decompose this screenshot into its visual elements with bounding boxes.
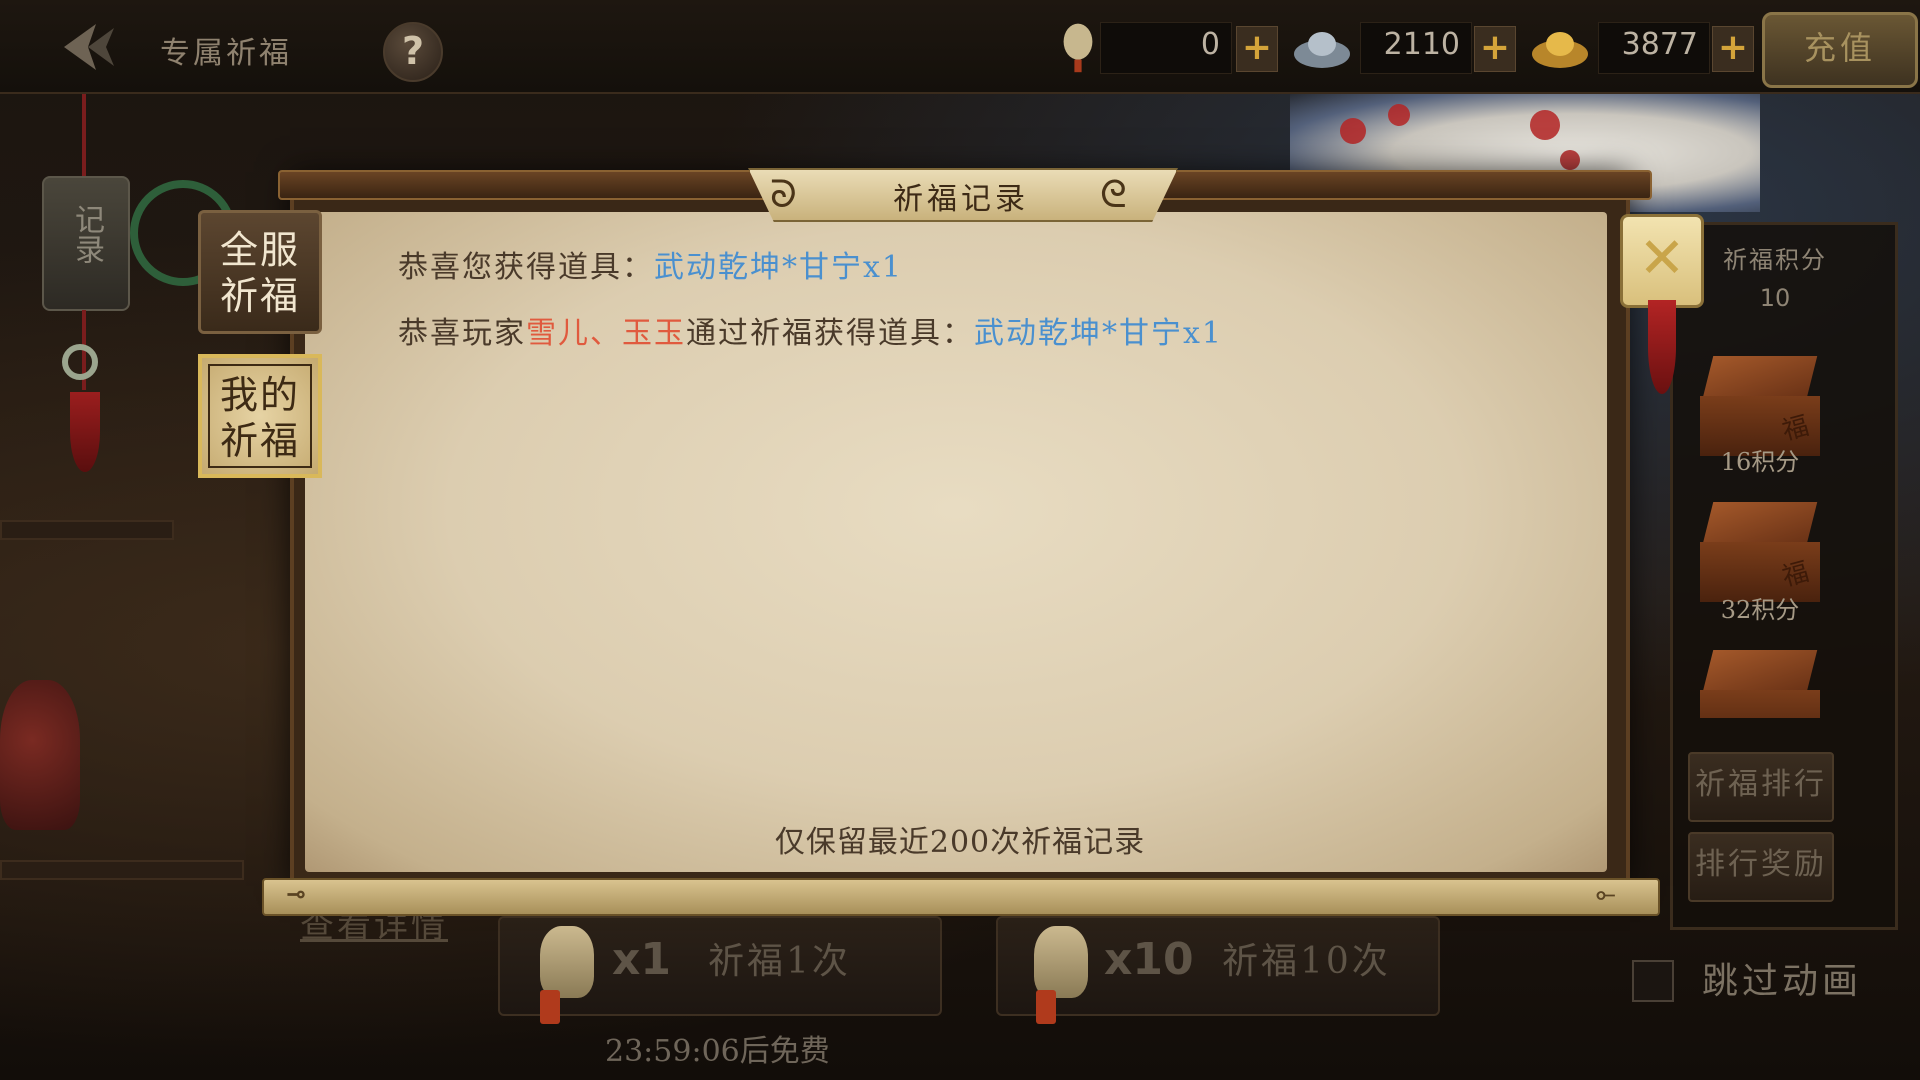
tab-label-line1: 全服 (219, 228, 300, 272)
red-tassel-icon (1648, 300, 1676, 394)
skip-animation-checkbox[interactable] (1632, 960, 1674, 1002)
lantern-icon (1063, 23, 1093, 73)
chest-box (1700, 690, 1820, 718)
recharge-button[interactable]: 充值 (1762, 12, 1918, 88)
pray-once-multiplier: x1 (612, 934, 671, 985)
skip-animation-label[interactable]: 跳过动画 (1702, 952, 1862, 1004)
chest-lid (1702, 650, 1818, 692)
silver-count: 2110 (1383, 27, 1460, 62)
entry-player: 雪儿、玉玉 (526, 316, 686, 351)
back-arrow-icon (64, 24, 114, 70)
entry-middle: 通过祈福获得道具： (686, 316, 974, 351)
add-gold-button[interactable]: + (1712, 26, 1754, 72)
tab-label-line2: 祈福 (219, 419, 300, 463)
hanging-cord (82, 94, 86, 178)
scroll-end-icon: ⟜ (1596, 880, 1616, 908)
lantern-tag-icon (1036, 990, 1056, 1024)
tab-label-line1: 我的 (219, 373, 300, 417)
page-title: 专属祈福 (160, 36, 292, 71)
modal-title: 祈福记录 (893, 182, 1029, 217)
silver-ingot-icon (1294, 32, 1350, 68)
lantern-count: 0 (1200, 27, 1220, 62)
chest-lid (1702, 356, 1818, 398)
chest-lid (1702, 502, 1818, 544)
scroll-end-icon: ⊸ (286, 880, 307, 908)
entry-prefix: 恭喜您获得道具： (398, 250, 654, 285)
shelf-decoration (0, 520, 174, 540)
pray-once-label: 祈福1次 (708, 941, 851, 982)
tab-server-prayers[interactable]: 全服 祈福 (198, 210, 322, 334)
scroll-bottom-rod (262, 878, 1660, 916)
plum-blossom (1530, 110, 1560, 140)
prayer-points-title: 祈福积分 (1723, 246, 1827, 274)
add-silver-button[interactable]: + (1474, 26, 1516, 72)
pray-ten-multiplier: x10 (1104, 934, 1194, 985)
vase-decoration (0, 680, 80, 830)
prayer-ranking-button[interactable]: 祈福排行 (1688, 752, 1834, 822)
gold-ingot-icon (1532, 32, 1588, 68)
gold-count: 3877 (1621, 27, 1698, 62)
lantern-icon (1034, 926, 1088, 998)
red-tassel-icon (70, 392, 100, 472)
reward-chest-3[interactable] (1700, 650, 1820, 718)
plum-blossom (1388, 104, 1410, 126)
close-icon[interactable]: ✕ (1620, 214, 1704, 308)
entry-item: 武动乾坤*甘宁x1 (654, 250, 904, 285)
question-icon[interactable]: ? (383, 22, 443, 82)
entry-prefix: 恭喜玩家 (398, 316, 526, 351)
plum-blossom (1560, 150, 1580, 170)
back-button[interactable] (52, 18, 122, 76)
tab-my-prayers[interactable]: 我的 祈福 (198, 354, 322, 478)
lantern-tag-icon (540, 990, 560, 1024)
lantern-icon (540, 926, 594, 998)
prayer-points-value: 10 (1759, 284, 1791, 312)
tab-label-line2: 祈福 (219, 274, 300, 318)
record-tab[interactable]: 记录 (42, 176, 130, 311)
entry-item: 武动乾坤*甘宁x1 (974, 316, 1224, 351)
pray-ten-label: 祈福10次 (1222, 941, 1391, 982)
jade-ring-icon (62, 344, 98, 380)
free-prayer-timer: 23:59:06后免费 (605, 1034, 830, 1069)
add-lantern-button[interactable]: + (1236, 26, 1278, 72)
chest-label-32: 32积分 (1720, 596, 1800, 624)
record-entry: 恭喜玩家雪儿、玉玉通过祈福获得道具：武动乾坤*甘宁x1 (398, 308, 1223, 352)
ranking-reward-button[interactable]: 排行奖励 (1688, 832, 1834, 902)
plum-blossom (1340, 118, 1366, 144)
record-entry: 恭喜您获得道具：武动乾坤*甘宁x1 (398, 242, 903, 286)
record-limit-note: 仅保留最近200次祈福记录 (774, 825, 1146, 860)
chest-label-16: 16积分 (1720, 448, 1800, 476)
record-tab-label: 记录 (69, 204, 104, 264)
shelf-decoration (0, 860, 244, 880)
